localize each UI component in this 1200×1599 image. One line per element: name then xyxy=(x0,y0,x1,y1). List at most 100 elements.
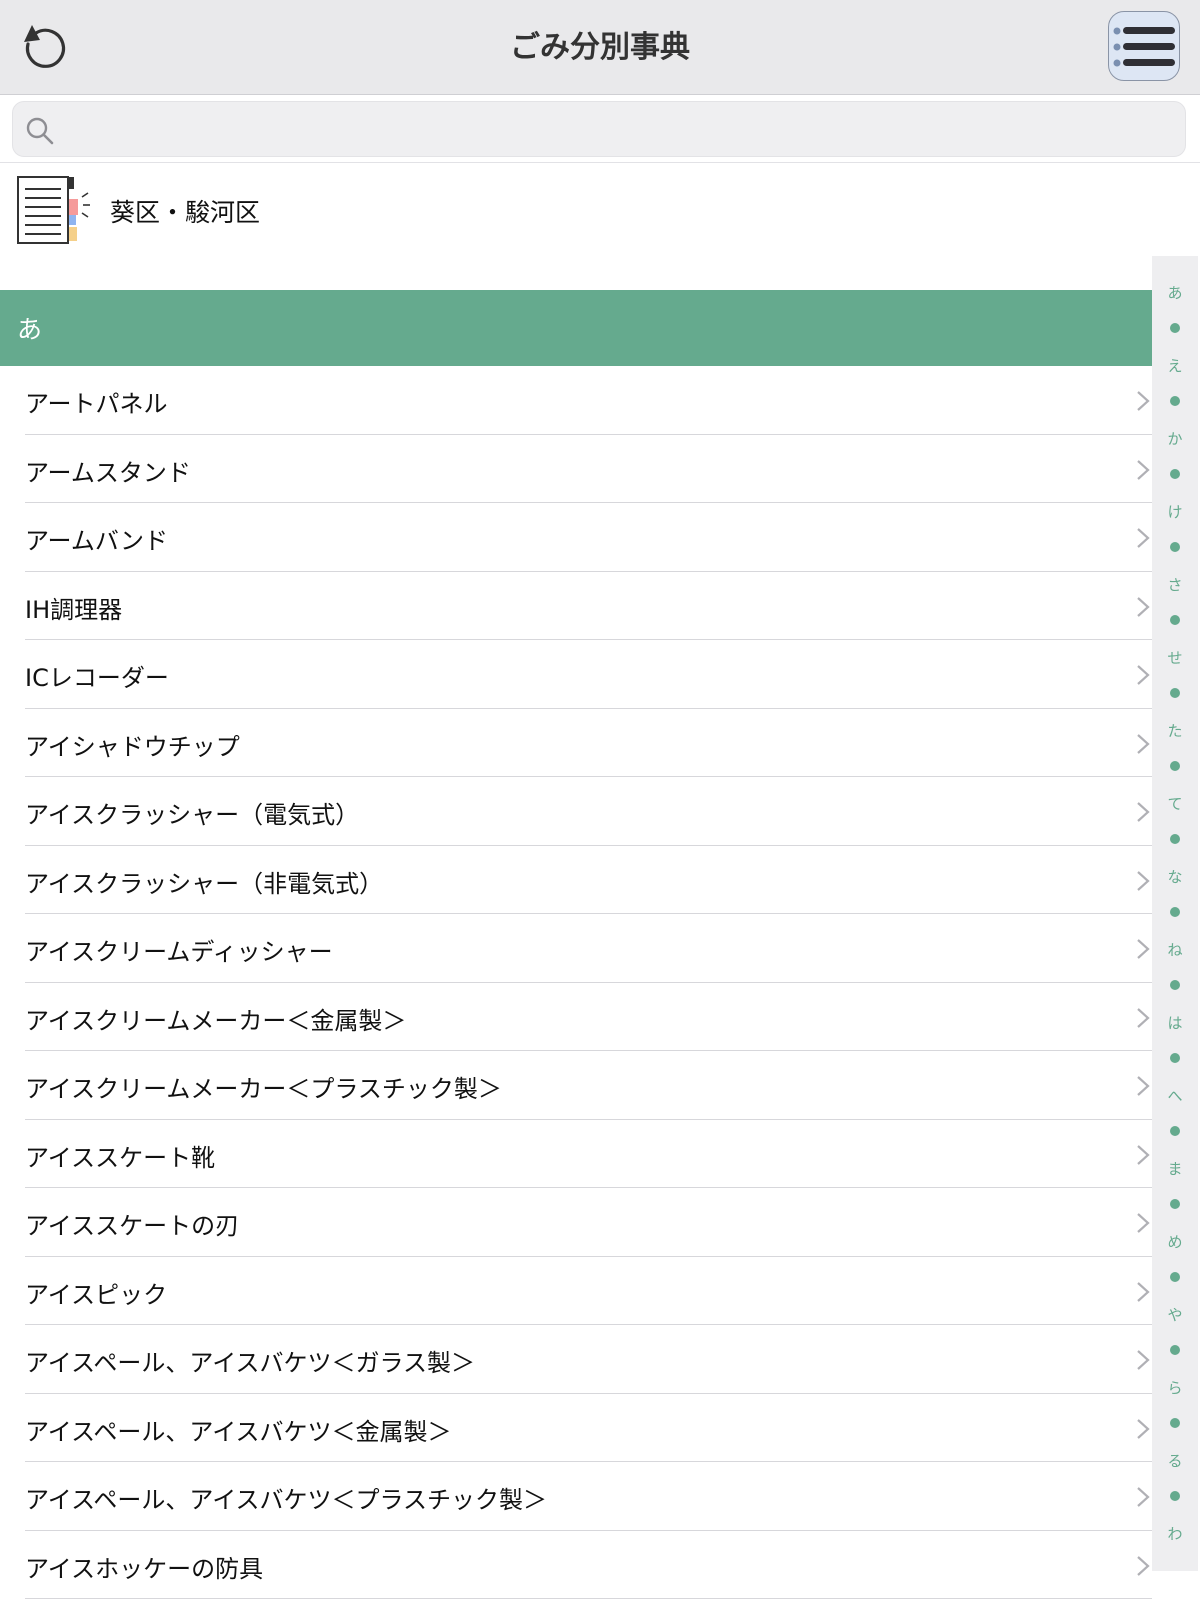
chevron-right-icon xyxy=(1136,1486,1150,1508)
list-item-label: アイシャドウチップ xyxy=(25,727,240,762)
chevron-right-icon xyxy=(1136,596,1150,618)
list-item-label: アイスクリームメーカー＜金属製＞ xyxy=(25,1001,406,1036)
search-icon xyxy=(25,116,55,146)
list-item[interactable]: アートパネル xyxy=(25,366,1152,435)
chevron-right-icon xyxy=(1136,1212,1150,1234)
index-letter[interactable]: さ xyxy=(1152,575,1198,595)
menu-list-icon xyxy=(1109,12,1179,80)
district-label: 葵区・駿河区 xyxy=(110,193,260,229)
list-item[interactable]: アイスクラッシャー（非電気式） xyxy=(25,846,1152,915)
index-letter[interactable]: な xyxy=(1152,867,1198,887)
list-item-label: アームバンド xyxy=(25,521,168,556)
search-field[interactable] xyxy=(12,101,1186,157)
list-item-label: アイススケートの刃 xyxy=(25,1206,239,1241)
index-dot[interactable] xyxy=(1170,323,1180,333)
index-letter[interactable]: は xyxy=(1152,1013,1198,1033)
index-letter[interactable]: て xyxy=(1152,794,1198,814)
chevron-right-icon xyxy=(1136,1418,1150,1440)
item-list: アートパネル アームスタンド アームバンド IH調理器 ICレコーダー アイシャ… xyxy=(0,366,1152,1599)
index-dot[interactable] xyxy=(1170,615,1180,625)
page-title: ごみ分別事典 xyxy=(0,0,1200,95)
index-dot[interactable] xyxy=(1170,907,1180,917)
chevron-right-icon xyxy=(1136,664,1150,686)
index-dot[interactable] xyxy=(1170,1272,1180,1282)
chevron-right-icon xyxy=(1136,801,1150,823)
index-letter[interactable]: あ xyxy=(1152,283,1198,303)
chevron-right-icon xyxy=(1136,733,1150,755)
list-item-label: アイスクラッシャー（電気式） xyxy=(25,795,359,830)
list-item[interactable]: アイスホッケーの防具 xyxy=(25,1531,1152,1599)
chevron-right-icon xyxy=(1136,1349,1150,1371)
index-letter[interactable]: せ xyxy=(1152,648,1198,668)
list-item[interactable]: アイスペール、アイスバケツ＜金属製＞ xyxy=(25,1394,1152,1463)
list-item[interactable]: ICレコーダー xyxy=(25,640,1152,709)
chevron-right-icon xyxy=(1136,870,1150,892)
list-item[interactable]: アイスピック xyxy=(25,1257,1152,1326)
search-bar xyxy=(0,96,1200,163)
index-letter[interactable]: め xyxy=(1152,1232,1198,1252)
list-item[interactable]: アイシャドウチップ xyxy=(25,709,1152,778)
index-dot[interactable] xyxy=(1170,542,1180,552)
chevron-right-icon xyxy=(1136,1281,1150,1303)
section-index-bar[interactable]: あ え か け さ せ た て な ね は へ ま め や ら る わ xyxy=(1152,256,1198,1571)
index-dot[interactable] xyxy=(1170,469,1180,479)
chevron-right-icon xyxy=(1136,1144,1150,1166)
list-item-label: ICレコーダー xyxy=(25,658,169,693)
index-dot[interactable] xyxy=(1170,688,1180,698)
list-item[interactable]: アイススケート靴 xyxy=(25,1120,1152,1189)
index-dot[interactable] xyxy=(1170,1126,1180,1136)
chevron-right-icon xyxy=(1136,527,1150,549)
chevron-right-icon xyxy=(1136,459,1150,481)
index-dot[interactable] xyxy=(1170,396,1180,406)
list-item[interactable]: アイスクリームメーカー＜プラスチック製＞ xyxy=(25,1051,1152,1120)
list-item[interactable]: アームスタンド xyxy=(25,435,1152,504)
index-letter[interactable]: や xyxy=(1152,1305,1198,1325)
index-letter[interactable]: け xyxy=(1152,502,1198,522)
chevron-right-icon xyxy=(1136,1555,1150,1577)
index-dot[interactable] xyxy=(1170,1053,1180,1063)
index-dot[interactable] xyxy=(1170,980,1180,990)
menu-button[interactable] xyxy=(1108,11,1180,81)
list-item-label: アイスクラッシャー（非電気式） xyxy=(25,864,383,899)
list-item[interactable]: アイスクリームメーカー＜金属製＞ xyxy=(25,983,1152,1052)
list-item[interactable]: アイスペール、アイスバケツ＜プラスチック製＞ xyxy=(25,1462,1152,1531)
list-item-label: アイスペール、アイスバケツ＜プラスチック製＞ xyxy=(25,1480,547,1515)
section-header-label: あ xyxy=(17,310,42,346)
list-item-label: アイスクリームディッシャー xyxy=(25,932,333,967)
index-dot[interactable] xyxy=(1170,1345,1180,1355)
index-letter[interactable]: か xyxy=(1152,429,1198,449)
list-item-label: アームスタンド xyxy=(25,453,191,488)
index-dot[interactable] xyxy=(1170,1199,1180,1209)
index-dot[interactable] xyxy=(1170,1418,1180,1428)
index-letter[interactable]: ま xyxy=(1152,1159,1198,1179)
list-item[interactable]: アイススケートの刃 xyxy=(25,1188,1152,1257)
index-letter[interactable]: ね xyxy=(1152,940,1198,960)
index-letter[interactable]: え xyxy=(1152,356,1198,376)
chevron-right-icon xyxy=(1136,390,1150,412)
index-letter[interactable]: わ xyxy=(1152,1524,1198,1544)
district-selector[interactable]: 葵区・駿河区 xyxy=(0,165,1200,255)
index-letter[interactable]: た xyxy=(1152,721,1198,741)
index-letter[interactable]: る xyxy=(1152,1451,1198,1471)
list-item[interactable]: アイスクリームディッシャー xyxy=(25,914,1152,983)
index-dot[interactable] xyxy=(1170,1491,1180,1501)
list-item-label: アイスペール、アイスバケツ＜ガラス製＞ xyxy=(25,1343,475,1378)
list-item-label: IH調理器 xyxy=(25,590,122,625)
list-item-label: アイススケート靴 xyxy=(25,1138,215,1173)
chevron-right-icon xyxy=(1136,938,1150,960)
index-dot[interactable] xyxy=(1170,761,1180,771)
notebook-icon xyxy=(14,173,94,247)
chevron-right-icon xyxy=(1136,1075,1150,1097)
index-letter[interactable]: ら xyxy=(1152,1378,1198,1398)
list-item[interactable]: アイスクラッシャー（電気式） xyxy=(25,777,1152,846)
list-item[interactable]: アームバンド xyxy=(25,503,1152,572)
list-item-label: アイスペール、アイスバケツ＜金属製＞ xyxy=(25,1412,451,1447)
index-letter[interactable]: へ xyxy=(1152,1086,1198,1106)
search-input[interactable] xyxy=(65,110,1169,150)
list-item[interactable]: IH調理器 xyxy=(25,572,1152,641)
list-item-label: アートパネル xyxy=(25,384,168,419)
list-item-label: アイスクリームメーカー＜プラスチック製＞ xyxy=(25,1069,502,1104)
navigation-bar: ごみ分別事典 xyxy=(0,0,1200,95)
list-item[interactable]: アイスペール、アイスバケツ＜ガラス製＞ xyxy=(25,1325,1152,1394)
index-dot[interactable] xyxy=(1170,834,1180,844)
